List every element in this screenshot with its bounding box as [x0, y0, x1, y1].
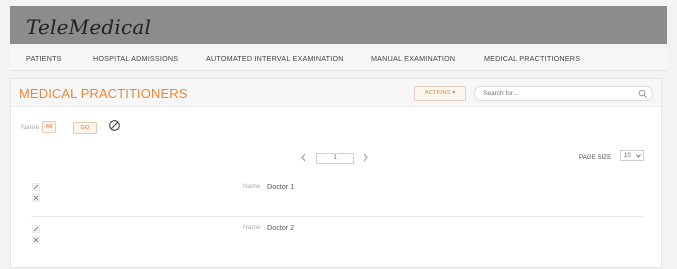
edit-icon[interactable]: [32, 225, 40, 233]
panel-header: MEDICAL PRACTITIONERS ACTIONS ▾: [11, 79, 661, 107]
actions-button[interactable]: ACTIONS ▾: [414, 86, 466, 101]
page-title: MEDICAL PRACTITIONERS: [19, 86, 188, 101]
search-icon[interactable]: [638, 89, 648, 99]
clear-filter-icon[interactable]: [108, 119, 121, 132]
record-value: Doctor 2: [267, 223, 295, 232]
page-size-label: PAGE SIZE: [579, 154, 612, 161]
chevron-down-icon: [636, 154, 641, 158]
practitioners-panel: MEDICAL PRACTITIONERS ACTIONS ▾ Name All…: [10, 78, 662, 268]
delete-icon[interactable]: [32, 194, 40, 202]
record-field-label: Name: [243, 183, 261, 190]
nav-item-hospital-admissions[interactable]: HOSPITAL ADMISSIONS: [93, 54, 178, 63]
app-title: TeleMedical: [26, 15, 152, 39]
main-nav: PATIENTS HOSPITAL ADMISSIONS AUTOMATED I…: [10, 48, 667, 71]
record-value: Doctor 1: [267, 182, 295, 191]
edit-icon[interactable]: [32, 183, 40, 191]
search-box: [474, 86, 653, 101]
search-input[interactable]: [483, 87, 633, 100]
record-field-label: Name: [243, 224, 261, 231]
filter-go-button[interactable]: GO: [73, 122, 97, 134]
nav-item-medical-practitioners[interactable]: MEDICAL PRACTITIONERS: [484, 54, 580, 63]
delete-icon[interactable]: [32, 236, 40, 244]
next-page-icon[interactable]: [362, 153, 369, 162]
page-size-select[interactable]: 10: [620, 150, 644, 161]
page-number-input[interactable]: 1: [316, 153, 354, 164]
nav-item-manual-examination[interactable]: MANUAL EXAMINATION: [371, 54, 455, 63]
prev-page-icon[interactable]: [300, 153, 307, 162]
row-divider: [31, 216, 643, 217]
filter-name-label: Name: [21, 124, 40, 131]
nav-item-patients[interactable]: PATIENTS: [26, 54, 62, 63]
filter-all-button[interactable]: All: [42, 121, 56, 133]
app-header: TeleMedical: [10, 6, 667, 44]
nav-item-automated-interval-examination[interactable]: AUTOMATED INTERVAL EXAMINATION: [206, 54, 344, 63]
page-size-value: 10: [624, 153, 631, 159]
